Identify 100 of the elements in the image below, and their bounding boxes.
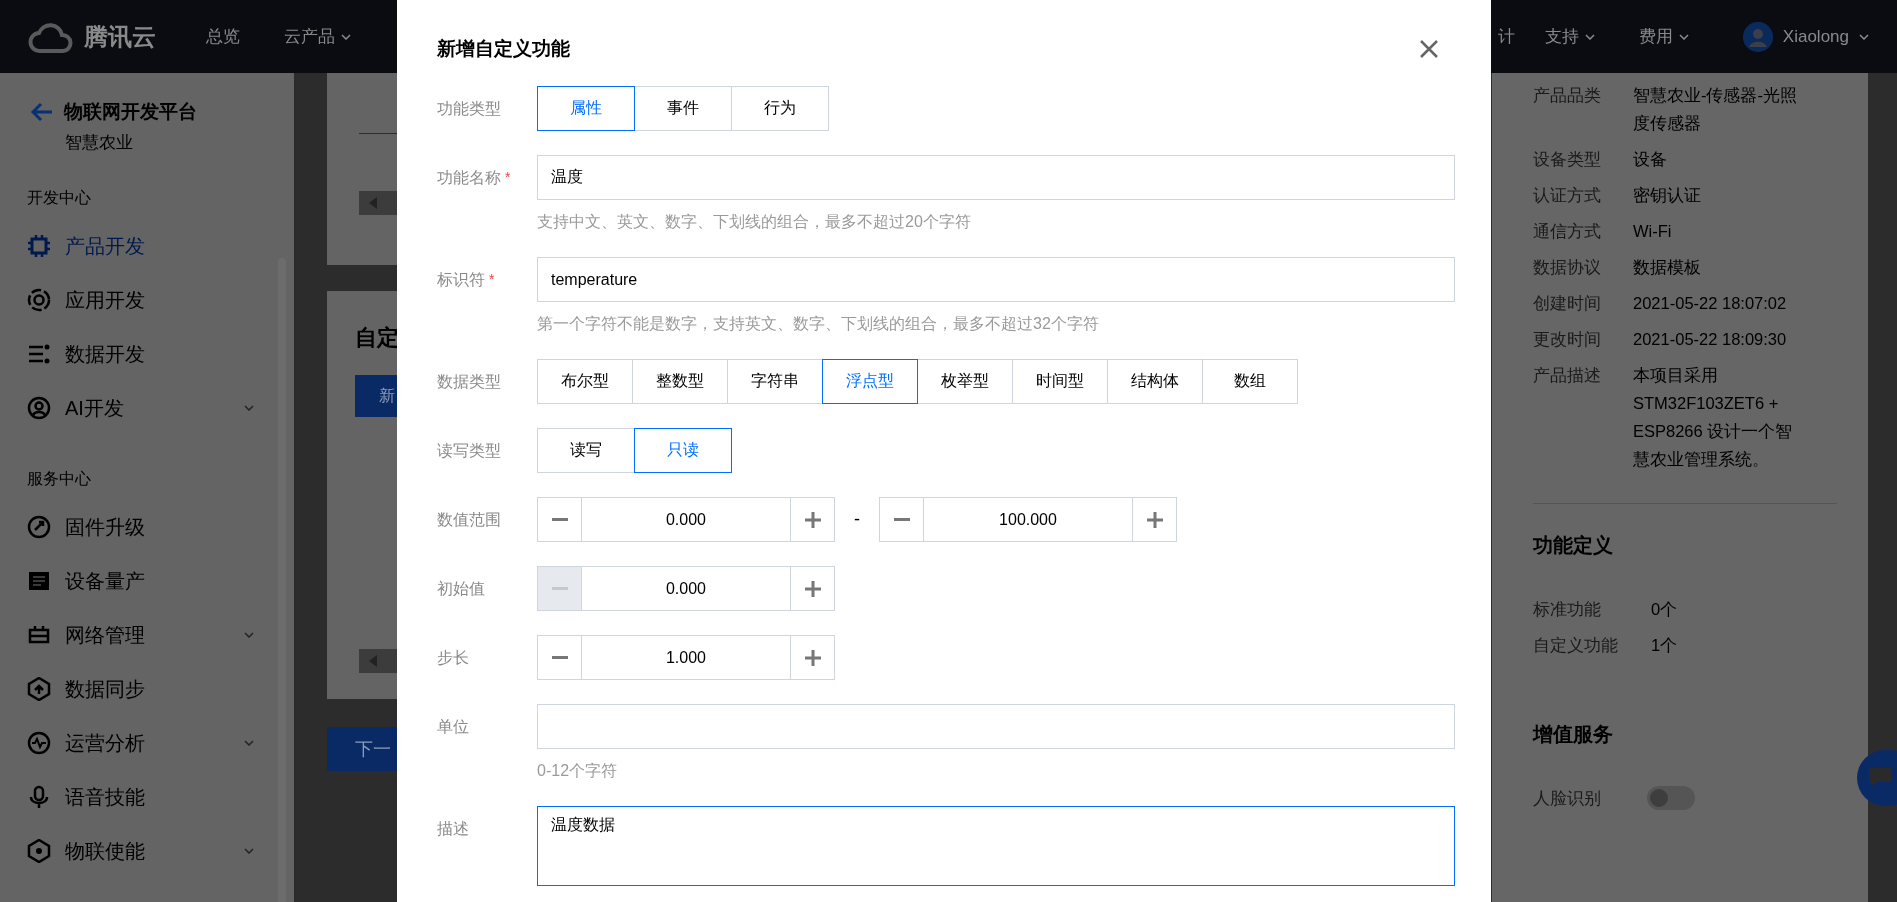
sidebar-item[interactable]: 设备量产 [0,554,294,608]
detail-value: 2021-05-22 18:07:02 [1633,293,1788,314]
back-arrow-icon[interactable] [30,102,54,122]
sidebar-item[interactable]: AI开发 [0,381,294,435]
user-circle-icon [27,396,51,420]
detail-value: 本项目采用STM32F103ZET6 + ESP8266 设计一个智慧农业管理系统。 [1633,365,1794,470]
chat-bubble-icon [1869,768,1891,788]
target-icon [27,288,51,312]
segment-option[interactable]: 事件 [634,86,732,131]
detail-label: 自定义功能 [1533,635,1619,656]
detail-value: 1个 [1651,635,1678,656]
detail-label: 产品描述 [1533,365,1602,386]
section-title: 增值服务 [1533,722,1614,747]
segment-option[interactable]: 布尔型 [537,359,633,404]
segment-option[interactable]: 结构体 [1107,359,1203,404]
field-label: 功能类型 [437,99,501,119]
chevron-down-icon [244,848,254,854]
platform-title: 物联网开发平台 [64,100,197,124]
microphone-icon [27,785,51,809]
sidebar-item[interactable]: 物联使能 [0,824,294,878]
minus-button[interactable] [537,635,582,680]
detail-value: 智慧农业-传感器-光照度传感器 [1633,85,1798,134]
segment-option[interactable]: 浮点型 [822,359,918,404]
scroll-left-button[interactable] [359,649,397,673]
chevron-down-icon [1859,33,1869,40]
add-button[interactable]: 新 [355,375,397,417]
segment-option[interactable]: 属性 [537,86,635,131]
plus-icon [804,511,821,528]
minus-button[interactable] [537,497,582,542]
avatar-icon[interactable] [1742,21,1773,52]
sidebar-item[interactable]: 网络管理 [0,608,294,662]
detail-label: 产品品类 [1533,85,1602,106]
plus-button[interactable] [1132,497,1177,542]
nav-link[interactable]: 云产品 [284,25,335,48]
segment-option[interactable]: 整数型 [632,359,728,404]
number-field[interactable]: 100.000 [924,497,1132,542]
minus-button[interactable] [879,497,924,542]
detail-label: 更改时间 [1533,329,1602,350]
minus-icon [551,517,568,522]
section-title: 功能定义 [1533,533,1614,558]
field-hint: 第一个字符不能是数字，支持英文、数字、下划线的组合，最多不超过32个字符 [537,314,1100,334]
plus-icon [804,580,821,597]
plus-button[interactable] [790,497,835,542]
field-label: 步长 [437,648,469,668]
segment-option[interactable]: 数组 [1202,359,1298,404]
segment-option[interactable]: 读写 [537,428,635,473]
chevron-down-icon [1678,33,1689,40]
nav-link[interactable]: 计 [1497,25,1515,48]
field-hint: 0-12个字符 [537,761,619,781]
close-icon[interactable] [1419,39,1439,59]
sidebar-item[interactable]: 运营分析 [0,716,294,770]
sidebar-item[interactable]: 数据开发 [0,327,294,381]
detail-label: 通信方式 [1533,221,1602,242]
field-label: 单位 [437,717,469,737]
segment-option[interactable]: 时间型 [1012,359,1108,404]
section-heading: 服务中心 [27,470,91,487]
chip-icon [27,234,51,258]
flow-lines-icon [27,342,51,366]
user-name[interactable]: Xiaolong [1782,26,1849,47]
sidebar-item[interactable]: 数据同步 [0,662,294,716]
sidebar-item[interactable]: 语音技能 [0,770,294,824]
plus-button[interactable] [790,635,835,680]
scroll-left-button[interactable] [359,191,397,215]
description-field[interactable]: 温度数据 [537,806,1455,886]
text-field[interactable]: temperature [537,257,1455,302]
text-field[interactable] [537,704,1455,749]
chevron-down-icon [1584,33,1595,40]
plus-button[interactable] [790,566,835,611]
hexagon-upload-icon [27,677,51,701]
caret-left-icon [369,655,377,667]
toggle-switch[interactable] [1647,786,1695,810]
sidebar-item[interactable]: 应用开发 [0,273,294,327]
field-label: 描述 [437,819,469,839]
nav-link[interactable]: 费用 [1638,25,1673,48]
segment-option[interactable]: 枚举型 [917,359,1013,404]
field-hint: 支持中文、英文、数字、下划线的组合，最多不超过20个字符 [537,212,972,232]
field-label: 初始值 [437,579,485,599]
text-field[interactable]: 温度 [537,155,1455,200]
sidebar-item[interactable]: 固件升级 [0,500,294,554]
dialog-title: 新增自定义功能 [437,37,570,61]
number-field[interactable]: 0.000 [582,497,790,542]
chevron-down-icon [244,405,254,411]
segment-option[interactable]: 只读 [634,428,732,473]
plus-icon [1146,511,1163,528]
detail-label: 创建时间 [1533,293,1602,314]
refresh-circle-icon [27,515,51,539]
nav-link[interactable]: 支持 [1544,25,1579,48]
detail-label: 数据协议 [1533,257,1602,278]
field-label: 数值范围 [437,510,501,530]
segment-option[interactable]: 字符串 [727,359,823,404]
plus-icon [804,649,821,666]
next-button[interactable]: 下一 [327,727,397,771]
required-mark: * [505,168,511,187]
brand-name[interactable]: 腾讯云 [84,20,156,53]
number-field[interactable]: 1.000 [582,635,790,680]
detail-value: Wi-Fi [1633,221,1673,242]
document-icon [27,569,51,593]
number-field[interactable]: 0.000 [582,566,790,611]
nav-link[interactable]: 总览 [206,25,240,48]
segment-option[interactable]: 行为 [731,86,829,131]
